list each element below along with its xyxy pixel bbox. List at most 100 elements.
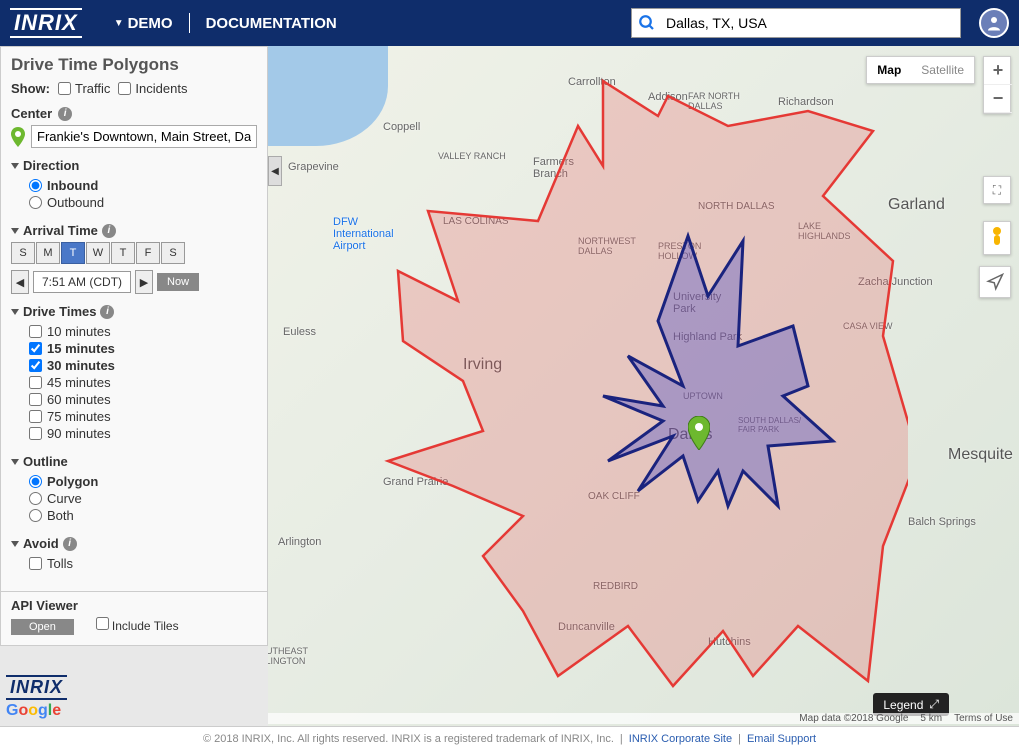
drivetimes-group: 10 minutes 15 minutes 30 minutes 45 minu…	[11, 319, 257, 444]
footer-bar: © 2018 INRIX, Inc. All rights reserved. …	[0, 726, 1019, 750]
nav-documentation-label: DOCUMENTATION	[206, 15, 337, 32]
zoom-in[interactable]: +	[984, 57, 1012, 85]
map-terms[interactable]: Terms of Use	[954, 713, 1013, 724]
footer-logos: INRIX Google	[6, 675, 67, 720]
time-next[interactable]: ▶	[135, 270, 153, 294]
map-type-satellite[interactable]: Satellite	[911, 57, 974, 83]
outline-curve[interactable]: Curve	[29, 490, 257, 507]
direction-group: Inbound Outbound	[11, 173, 257, 213]
show-label: Show:	[11, 81, 50, 96]
inbound-radio[interactable]	[29, 179, 42, 192]
dt-75[interactable]: 75 minutes	[29, 408, 257, 425]
arrival-header[interactable]: Arrival Time i	[11, 223, 257, 238]
api-viewer-label: API Viewer	[11, 598, 257, 613]
map-type-map[interactable]: Map	[867, 57, 911, 83]
day-thu[interactable]: T	[111, 242, 135, 264]
map-scale: 5 km	[920, 713, 942, 724]
user-avatar[interactable]	[979, 8, 1009, 38]
google-logo: Google	[6, 702, 67, 720]
arrival-label: Arrival Time	[23, 223, 98, 238]
show-traffic[interactable]: Traffic	[58, 81, 110, 96]
search-input[interactable]	[662, 11, 960, 35]
outline-polygon[interactable]: Polygon	[29, 473, 257, 490]
info-icon[interactable]: i	[102, 224, 116, 238]
zoom-out[interactable]: −	[984, 85, 1012, 113]
topbar: INRIX ▼ DEMO DOCUMENTATION	[0, 0, 1019, 46]
footer-support-link[interactable]: Email Support	[747, 733, 816, 745]
caret-down-icon: ▼	[114, 18, 124, 29]
map-attribution: Map data ©2018 Google 5 km Terms of Use	[268, 713, 1019, 724]
brand-text: INRIX	[10, 8, 82, 38]
direction-outbound[interactable]: Outbound	[29, 194, 257, 211]
nav-demo-label: DEMO	[128, 15, 173, 32]
show-row: Show: Traffic Incidents	[11, 81, 257, 96]
outline-label: Outline	[23, 454, 68, 469]
center-row	[11, 125, 257, 148]
time-display[interactable]: 7:51 AM (CDT)	[33, 271, 131, 293]
outline-group: Polygon Curve Both	[11, 469, 257, 526]
brand-logo[interactable]: INRIX	[10, 8, 82, 38]
day-sat[interactable]: S	[161, 242, 185, 264]
traffic-checkbox[interactable]	[58, 82, 71, 95]
map-controls: Map Satellite + −	[866, 56, 1011, 114]
search-box	[631, 8, 961, 38]
avoid-label: Avoid	[23, 536, 59, 551]
dt-15[interactable]: 15 minutes	[29, 340, 257, 357]
day-buttons: S M T W T F S	[11, 242, 257, 264]
dt-45[interactable]: 45 minutes	[29, 374, 257, 391]
center-label: Center	[11, 106, 52, 121]
outline-both[interactable]: Both	[29, 507, 257, 524]
time-row: ◀ 7:51 AM (CDT) ▶ Now	[11, 270, 257, 294]
caret-icon	[11, 228, 19, 234]
fullscreen-button[interactable]: ⛶	[983, 176, 1011, 204]
time-prev[interactable]: ◀	[11, 270, 29, 294]
day-wed[interactable]: W	[86, 242, 110, 264]
day-fri[interactable]: F	[136, 242, 160, 264]
caret-icon	[11, 163, 19, 169]
dt-10[interactable]: 10 minutes	[29, 323, 257, 340]
sidebar-collapse-handle[interactable]: ◀	[268, 156, 282, 186]
include-tiles[interactable]: Include Tiles	[96, 619, 179, 633]
footer-corporate-link[interactable]: INRIX Corporate Site	[629, 733, 732, 745]
caret-icon	[11, 459, 19, 465]
center-marker[interactable]	[688, 416, 710, 453]
caret-icon	[11, 309, 19, 315]
info-icon[interactable]: i	[100, 305, 114, 319]
outbound-radio[interactable]	[29, 196, 42, 209]
direction-header[interactable]: Direction	[11, 158, 257, 173]
search-icon[interactable]	[632, 14, 662, 32]
outline-header[interactable]: Outline	[11, 454, 257, 469]
footer-copyright: © 2018 INRIX, Inc. All rights reserved. …	[203, 733, 614, 745]
drivetimes-label: Drive Times	[23, 304, 96, 319]
info-icon[interactable]: i	[58, 107, 72, 121]
footer-brand: INRIX	[6, 675, 67, 700]
day-sun[interactable]: S	[11, 242, 35, 264]
now-button[interactable]: Now	[157, 273, 199, 291]
incidents-checkbox[interactable]	[118, 82, 131, 95]
main-area: Drive Time Polygons Show: Traffic Incide…	[0, 46, 1019, 726]
nav-demo[interactable]: ▼ DEMO	[114, 15, 173, 32]
api-open-button[interactable]: Open	[11, 619, 74, 635]
show-incidents[interactable]: Incidents	[118, 81, 187, 96]
day-mon[interactable]: M	[36, 242, 60, 264]
dt-90[interactable]: 90 minutes	[29, 425, 257, 442]
map-type-toggle: Map Satellite	[866, 56, 975, 84]
expand-icon: ⤢	[929, 697, 939, 712]
streetview-pegman[interactable]	[983, 221, 1011, 255]
direction-label: Direction	[23, 158, 79, 173]
locate-button[interactable]	[979, 266, 1011, 298]
info-icon[interactable]: i	[63, 537, 77, 551]
map-canvas[interactable]: Dallas Irving Garland Mesquite Carrollto…	[268, 46, 1019, 726]
center-input[interactable]	[31, 125, 257, 148]
dt-30[interactable]: 30 minutes	[29, 357, 257, 374]
center-label-row: Center i	[11, 106, 257, 121]
map-copyright: Map data ©2018 Google	[799, 713, 908, 724]
api-viewer: API Viewer Open Include Tiles	[1, 591, 267, 645]
avoid-header[interactable]: Avoid i	[11, 536, 257, 551]
day-tue[interactable]: T	[61, 242, 85, 264]
dt-60[interactable]: 60 minutes	[29, 391, 257, 408]
direction-inbound[interactable]: Inbound	[29, 177, 257, 194]
avoid-tolls[interactable]: Tolls	[29, 555, 257, 572]
nav-documentation[interactable]: DOCUMENTATION	[206, 15, 337, 32]
drivetimes-header[interactable]: Drive Times i	[11, 304, 257, 319]
